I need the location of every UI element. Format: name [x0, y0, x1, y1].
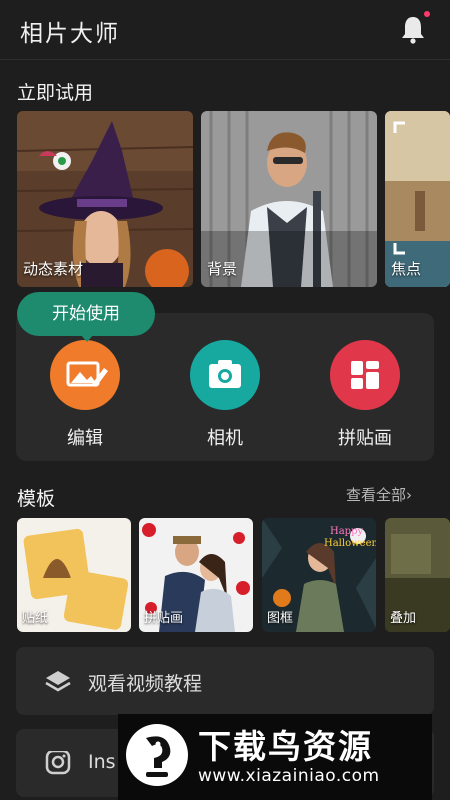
card-label: 动态素材 — [23, 260, 84, 278]
start-tooltip[interactable]: 开始使用 — [17, 292, 155, 336]
see-all-link[interactable]: 查看全部› — [346, 484, 412, 505]
try-now-title: 立即试用 — [17, 82, 94, 104]
camera-label: 相机 — [207, 428, 243, 449]
template-frame[interactable]: Happy Halloween 图框 — [262, 518, 376, 632]
template-label: 贴纸 — [22, 611, 49, 626]
collage-tool-button[interactable]: 拼贴画 — [325, 340, 405, 450]
watermark-title: 下载鸟资源 — [198, 727, 373, 766]
halloween-artwork-text: Happy — [330, 526, 363, 537]
video-tutorial-button[interactable]: 观看视频教程 — [16, 647, 434, 715]
layers-icon — [45, 671, 71, 692]
card-label: 焦点 — [391, 260, 422, 278]
halloween-artwork-text: Halloween — [324, 538, 376, 549]
collage-label: 拼贴画 — [338, 428, 392, 449]
template-label: 拼贴画 — [144, 611, 184, 626]
template-label: 叠加 — [390, 611, 417, 626]
templates-title: 模板 — [17, 488, 56, 510]
bell-icon[interactable] — [400, 14, 426, 44]
template-label: 图框 — [267, 611, 294, 626]
card-label: 背景 — [207, 260, 238, 278]
instagram-icon — [45, 751, 71, 775]
app-header: 相片大师 — [0, 0, 450, 60]
edit-label: 编辑 — [67, 428, 103, 449]
edit-tool-button[interactable]: 编辑 — [45, 340, 125, 450]
chevron-right-icon: › — [406, 486, 413, 504]
app-title: 相片大师 — [20, 21, 120, 47]
video-tutorial-label: 观看视频教程 — [88, 673, 203, 695]
camera-tool-button[interactable]: 相机 — [185, 340, 265, 450]
card-background[interactable]: 背景 — [201, 111, 377, 287]
see-all-label: 查看全部 — [346, 486, 407, 504]
card-focus[interactable]: 焦点 — [385, 111, 450, 287]
instagram-label: Ins — [88, 751, 116, 773]
tooltip-tail — [80, 334, 94, 342]
template-stickers[interactable]: 贴纸 — [17, 518, 131, 632]
photo-edit-icon — [50, 340, 120, 410]
camera-icon — [190, 340, 260, 410]
notification-dot — [424, 11, 430, 17]
template-collage[interactable]: 拼贴画 — [139, 518, 253, 632]
watermark-url: www.xiazainiao.com — [198, 766, 380, 786]
collage-icon — [330, 340, 400, 410]
card-animated-material[interactable]: 动态素材 — [17, 111, 193, 287]
bird-logo-icon — [126, 724, 188, 786]
template-overlay[interactable]: 叠加 — [385, 518, 450, 632]
watermark-overlay: 下载鸟资源 www.xiazainiao.com — [118, 714, 432, 800]
